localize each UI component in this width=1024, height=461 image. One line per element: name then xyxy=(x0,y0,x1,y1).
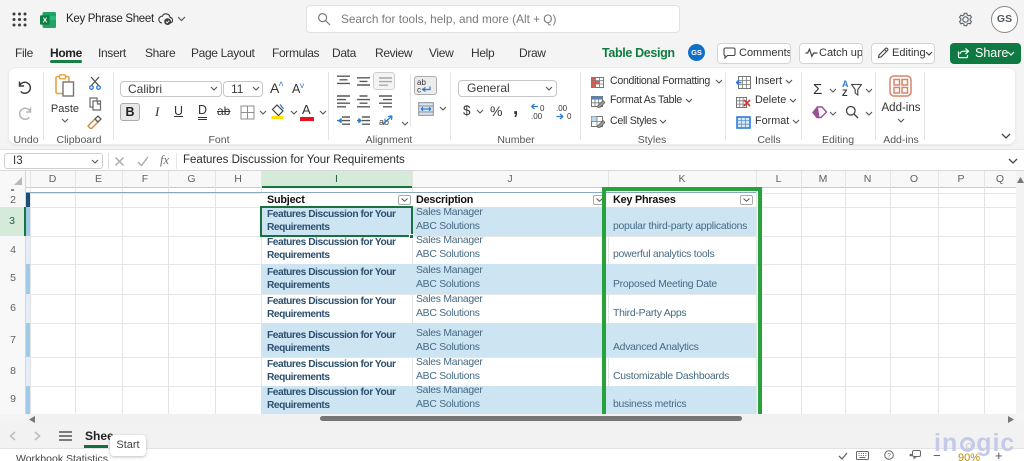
svg-text:0: 0 xyxy=(567,112,572,120)
svg-text:ab: ab xyxy=(379,117,389,127)
svg-text:c: c xyxy=(417,86,421,94)
svg-text:?: ? xyxy=(887,452,891,459)
svg-text:.00: .00 xyxy=(556,104,568,113)
svg-text:.00: .00 xyxy=(531,112,543,120)
svg-text:X: X xyxy=(43,17,48,24)
